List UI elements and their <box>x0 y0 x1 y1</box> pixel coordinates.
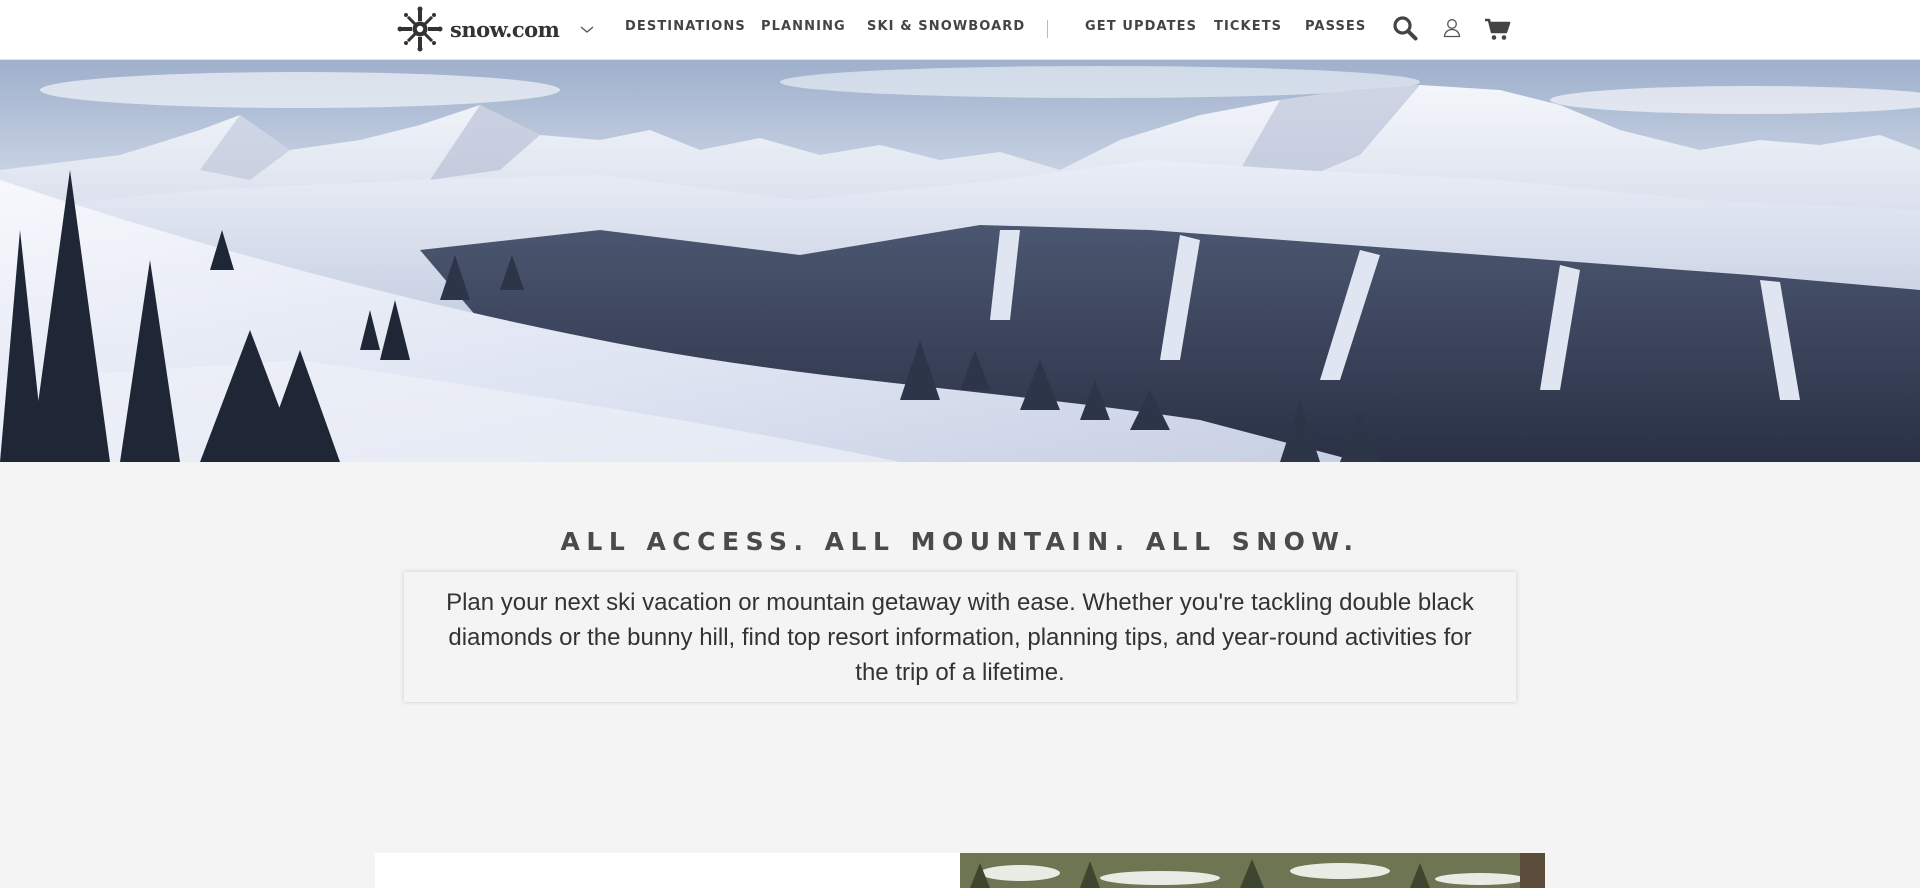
nav-tickets[interactable]: TICKETS <box>1214 19 1282 34</box>
search-icon[interactable] <box>1392 15 1418 41</box>
cart-icon[interactable] <box>1484 17 1511 41</box>
logo-text: snow.com <box>450 16 560 42</box>
user-icon[interactable] <box>1443 18 1461 38</box>
nav-destinations[interactable]: DESTINATIONS <box>625 19 746 34</box>
hero-image <box>0 60 1920 462</box>
resort-photo <box>960 853 1545 888</box>
tagline: ALL ACCESS. ALL MOUNTAIN. ALL SNOW. <box>560 527 1360 556</box>
intro-description: Plan your next ski vacation or mountain … <box>446 589 1474 686</box>
snowflake-logo-icon <box>397 6 443 52</box>
nav-get-updates[interactable]: GET UPDATES <box>1085 19 1197 34</box>
chevron-down-icon[interactable] <box>578 20 596 38</box>
nav-passes[interactable]: PASSES <box>1305 19 1366 34</box>
feature-panel-image <box>960 853 1545 888</box>
nav-ski-snowboard[interactable]: SKI & SNOWBOARD <box>867 19 1025 34</box>
mountain-panorama <box>0 60 1920 462</box>
nav-planning[interactable]: PLANNING <box>761 19 846 34</box>
feature-panel-left <box>375 853 960 888</box>
site-header: snow.com DESTINATIONS PLANNING SKI & SNO… <box>0 0 1920 60</box>
site-logo[interactable]: snow.com <box>397 6 560 52</box>
nav-divider <box>1047 20 1048 38</box>
